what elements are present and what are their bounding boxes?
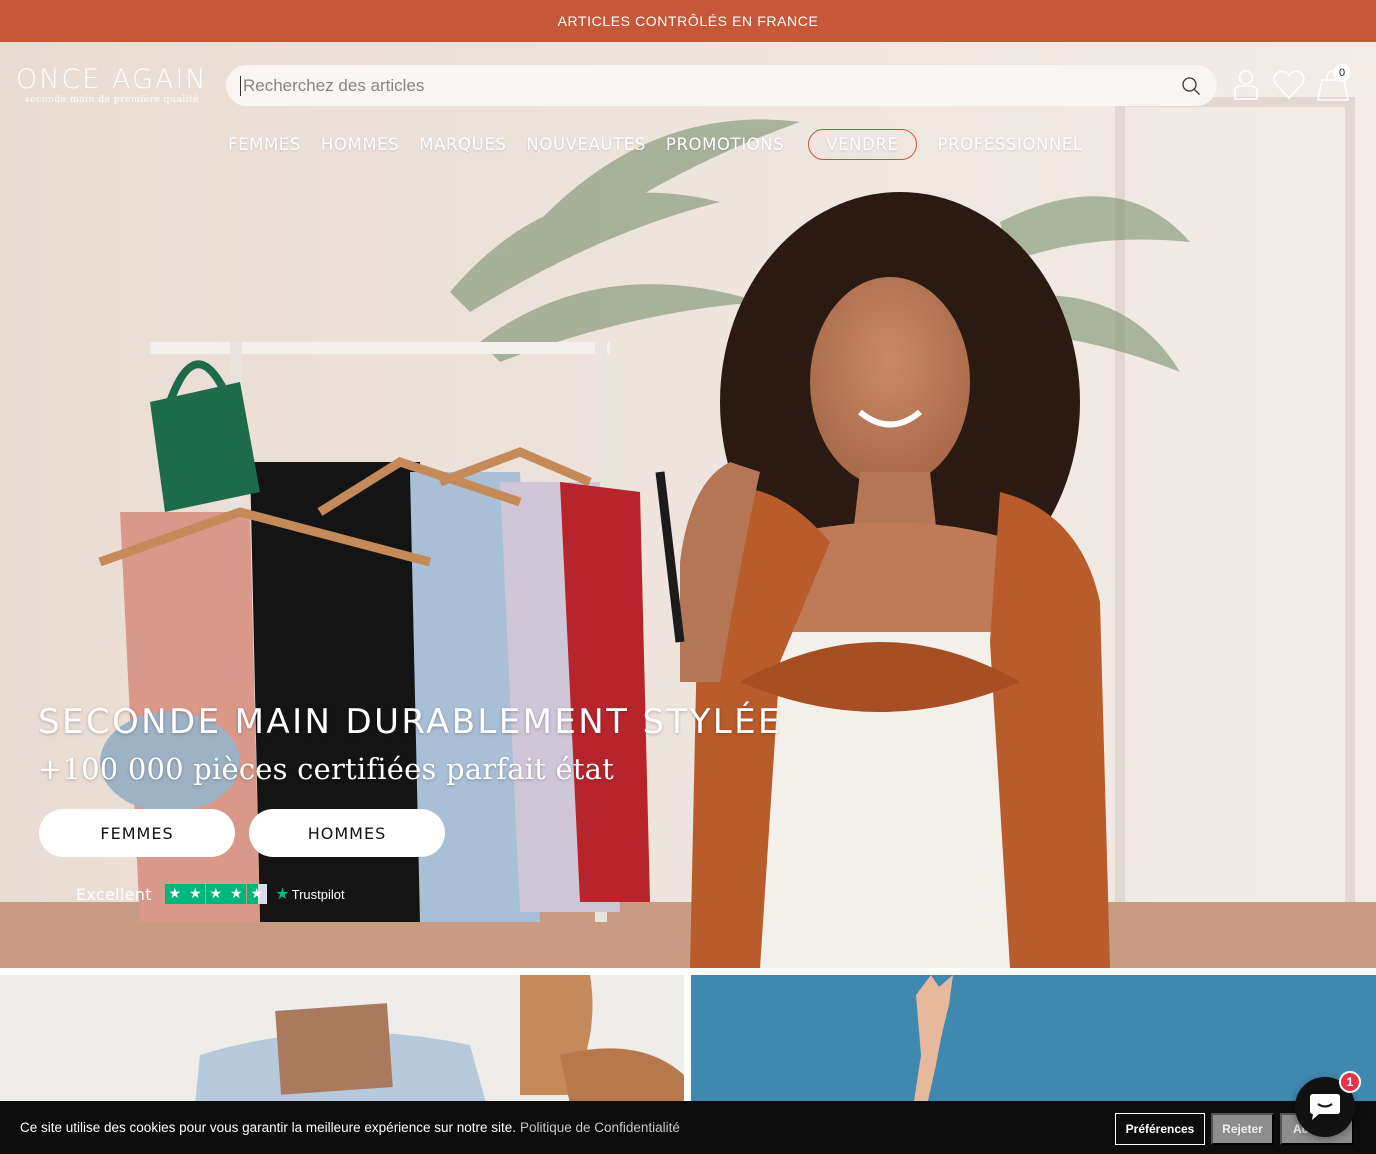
trustpilot-brand-name: Trustpilot [291, 886, 345, 902]
site-logo[interactable]: ONCE AGAIN seconde main de première qual… [16, 64, 208, 106]
cookie-reject-button[interactable]: Rejeter [1211, 1113, 1274, 1145]
logo-wordmark: ONCE AGAIN [16, 64, 208, 95]
chat-unread-badge: 1 [1339, 1071, 1361, 1093]
announcement-bar: ARTICLES CONTRÔLÉS EN FRANCE [0, 0, 1376, 42]
star-icon: ★ [226, 884, 247, 904]
nav-item-professionnel[interactable]: PROFESSIONNEL [938, 135, 1083, 154]
heart-icon[interactable] [1272, 68, 1306, 102]
star-icon: ★ [185, 884, 206, 904]
star-icon: ★ [205, 884, 226, 904]
half-star-icon: ★ [246, 884, 267, 904]
shop-men-button[interactable]: HOMMES [249, 809, 445, 857]
trustpilot-star-icon: ★ [275, 886, 290, 903]
trustpilot-widget[interactable]: Excellent ★ ★ ★ ★ ★ ★ Trustpilot [76, 884, 345, 904]
star-icon: ★ [164, 884, 185, 904]
trustpilot-stars: ★ ★ ★ ★ ★ [164, 884, 268, 904]
hero-subtitle: +100 000 pièces certifiées parfait état [38, 752, 615, 786]
trustpilot-rating-label: Excellent [76, 884, 152, 904]
main-nav: FEMMES HOMMES MARQUES NOUVEAUTES PROMOTI… [218, 126, 1093, 162]
cart-count-badge: 0 [1333, 64, 1351, 82]
cookie-text: Ce site utilise des cookies pour vous ga… [20, 1120, 516, 1135]
hero-title: SECONDE MAIN DURABLEMENT STYLÉE [38, 702, 782, 742]
search-input[interactable] [240, 75, 1181, 96]
nav-item-promotions[interactable]: PROMOTIONS [666, 135, 784, 154]
chat-bubble-icon [1310, 1094, 1340, 1120]
search-bar [226, 65, 1217, 106]
announcement-text: ARTICLES CONTRÔLÉS EN FRANCE [557, 13, 819, 29]
shop-women-button[interactable]: FEMMES [39, 809, 235, 857]
nav-item-vendre[interactable]: VENDRE [808, 128, 917, 160]
search-icon[interactable] [1181, 76, 1201, 96]
trustpilot-brand: ★ Trustpilot [275, 884, 344, 904]
cookie-preferences-button[interactable]: Préférences [1115, 1113, 1205, 1145]
nav-item-femmes[interactable]: FEMMES [228, 135, 301, 154]
nav-item-hommes[interactable]: HOMMES [321, 135, 399, 154]
nav-item-marques[interactable]: MARQUES [419, 135, 506, 154]
nav-item-nouveautes[interactable]: NOUVEAUTES [526, 135, 645, 154]
account-icon[interactable] [1232, 68, 1266, 102]
logo-tagline: seconde main de première qualité [24, 94, 200, 105]
privacy-policy-link[interactable]: Politique de Confidentialité [520, 1120, 680, 1135]
